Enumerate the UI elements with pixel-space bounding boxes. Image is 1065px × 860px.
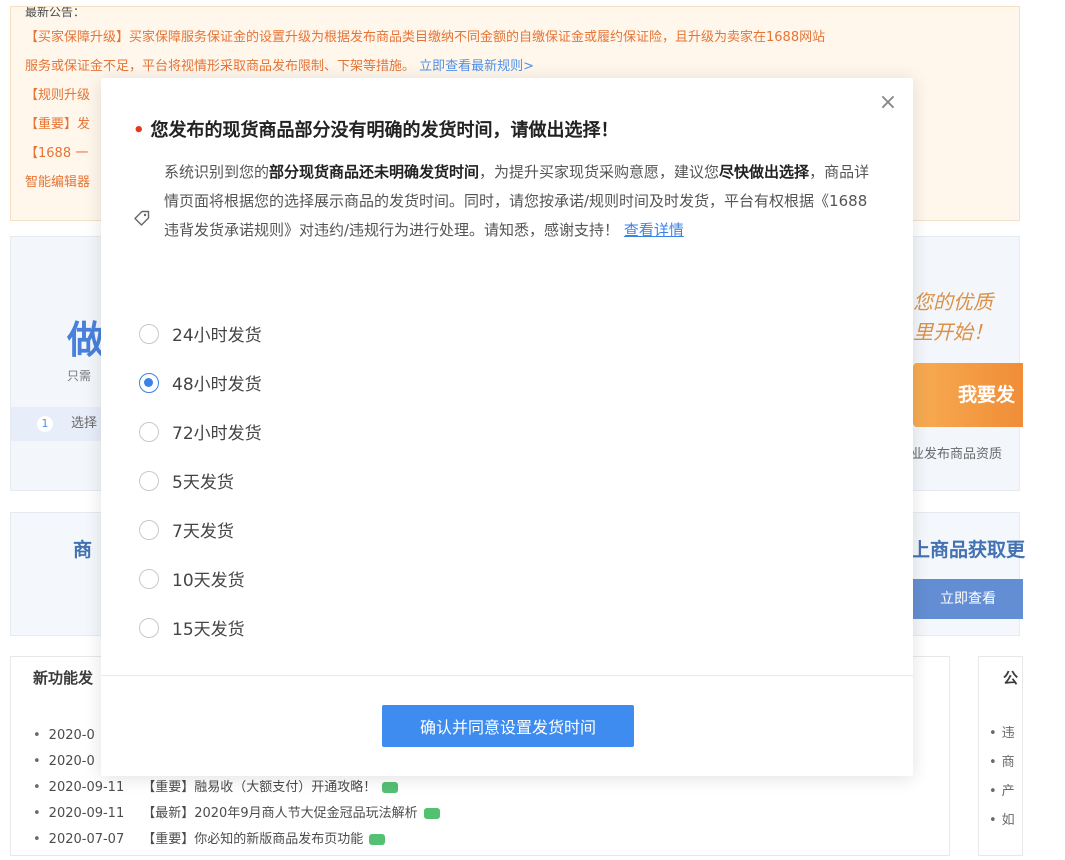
confirm-button[interactable]: 确认并同意设置发货时间	[382, 705, 634, 747]
radio-button[interactable]	[139, 421, 159, 442]
option-7d[interactable]: 7天发货	[139, 505, 262, 554]
option-72h[interactable]: 72小时发货	[139, 407, 262, 456]
option-24h[interactable]: 24小时发货	[139, 309, 262, 358]
modal-divider	[101, 675, 913, 676]
close-icon[interactable]: ×	[877, 92, 899, 114]
view-details-link[interactable]: 查看详情	[624, 221, 684, 239]
required-mark: •	[133, 120, 145, 141]
radio-button[interactable]	[139, 617, 159, 638]
radio-button[interactable]	[139, 323, 159, 344]
option-48h[interactable]: 48小时发货	[139, 358, 262, 407]
delivery-options: 24小时发货 48小时发货 72小时发货 5天发货 7天发货 10天发货 15天…	[139, 309, 262, 652]
radio-button[interactable]	[139, 568, 159, 589]
tag-icon	[134, 210, 150, 226]
option-10d[interactable]: 10天发货	[139, 554, 262, 603]
modal-title: • 您发布的现货商品部分没有明确的发货时间，请做出选择！	[133, 120, 619, 141]
option-15d[interactable]: 15天发货	[139, 603, 262, 652]
modal-description: 系统识别到您的部分现货商品还未明确发货时间，为提升买家现货采购意愿，建议您尽快做…	[164, 163, 870, 239]
radio-button[interactable]	[139, 519, 159, 540]
delivery-time-modal: × • 您发布的现货商品部分没有明确的发货时间，请做出选择！ 系统识别到您的部分现…	[101, 78, 913, 776]
radio-button[interactable]	[139, 470, 159, 491]
option-5d[interactable]: 5天发货	[139, 456, 262, 505]
radio-button[interactable]	[139, 372, 159, 393]
